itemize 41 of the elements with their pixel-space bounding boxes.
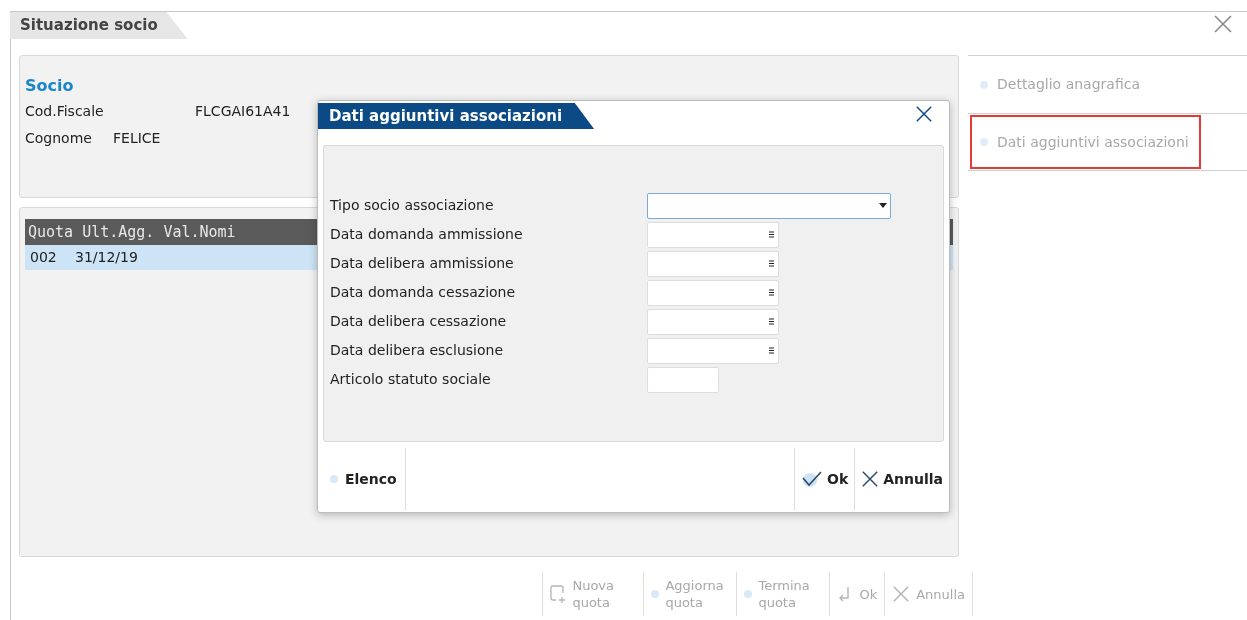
date-field[interactable] <box>647 337 779 364</box>
calendar-lines-icon <box>769 289 774 296</box>
new-document-icon <box>550 584 567 604</box>
date-field[interactable] <box>647 250 779 277</box>
check-icon <box>801 470 823 488</box>
field-label: Tipo socio associazione <box>330 196 495 215</box>
field-label: Data delibera cessazione <box>330 312 508 331</box>
close-icon <box>1213 14 1233 34</box>
field-label: Data domanda cessazione <box>330 283 517 302</box>
window-title: Situazione socio <box>10 12 188 39</box>
table-cell-text: 002 <box>30 248 58 267</box>
field-label: Data delibera ammissione <box>330 254 515 273</box>
field-label: Cod.Fiscale <box>25 102 105 121</box>
calendar-lines-icon <box>769 347 774 354</box>
calendar-lines-icon <box>769 318 774 325</box>
calendar-lines-icon <box>769 231 774 238</box>
column-header: Quota <box>28 221 74 243</box>
field-value: FELICE <box>113 129 161 148</box>
close-icon <box>915 105 933 123</box>
close-button[interactable] <box>915 105 933 123</box>
column-header: Ult.Agg. <box>82 221 155 243</box>
field-label: Data delibera esclusione <box>330 341 505 360</box>
dialog-button[interactable]: Annulla <box>854 448 949 510</box>
dialog-button[interactable]: Ok <box>794 448 855 510</box>
table-cell-text: 31/12/19 <box>75 248 138 267</box>
list-button[interactable]: Elenco <box>318 448 406 510</box>
date-field[interactable] <box>647 221 779 248</box>
cancel-icon <box>861 470 880 488</box>
date-field[interactable] <box>647 308 779 335</box>
cancel-icon <box>892 585 911 603</box>
dialog-title: Dati aggiuntivi associazioni <box>318 103 595 129</box>
field-value: FLCGAI61A41 <box>195 102 291 121</box>
field-label: Cognome <box>25 129 93 148</box>
select-field[interactable] <box>647 192 891 219</box>
field-label: Articolo statuto sociale <box>330 370 492 389</box>
section-heading: Socio <box>25 75 75 97</box>
field-label: Data domanda ammissione <box>330 225 524 244</box>
date-field[interactable] <box>647 279 779 306</box>
calendar-lines-icon <box>769 260 774 267</box>
column-header: Val.Nomi <box>163 221 236 243</box>
input-field[interactable] <box>647 366 719 393</box>
